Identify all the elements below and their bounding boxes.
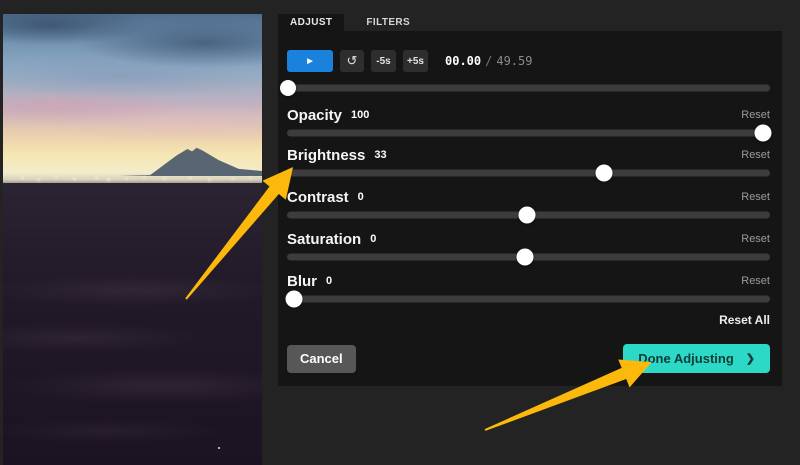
rewind-5s-button[interactable]: -5s <box>371 50 396 72</box>
slider-track[interactable] <box>287 295 770 302</box>
panel-footer: Cancel Done Adjusting ❯ <box>287 344 770 373</box>
tab-adjust[interactable]: ADJUST <box>278 14 344 31</box>
adjust-row-blur: Blur 0 Reset <box>287 273 770 315</box>
seek-slider[interactable] <box>287 80 770 96</box>
slider-handle[interactable] <box>595 164 612 181</box>
opacity-slider[interactable] <box>287 124 770 141</box>
chevron-right-icon: ❯ <box>746 352 755 365</box>
slider-label: Saturation <box>287 231 361 248</box>
adjust-row-opacity: Opacity 100 Reset <box>287 107 770 149</box>
video-preview <box>3 14 262 465</box>
slider-label: Brightness <box>287 147 365 164</box>
slider-value: 0 <box>326 275 332 287</box>
cancel-button[interactable]: Cancel <box>287 345 356 373</box>
replay-button[interactable]: ↺ <box>340 50 364 72</box>
adjust-row-brightness: Brightness 33 Reset <box>287 147 770 189</box>
slider-handle[interactable] <box>519 206 536 223</box>
blur-slider[interactable] <box>287 290 770 307</box>
time-total: 49.59 <box>496 54 532 68</box>
slider-label: Contrast <box>287 189 349 206</box>
seek-track[interactable] <box>287 85 770 92</box>
slider-track[interactable] <box>287 129 770 136</box>
saturation-slider[interactable] <box>287 248 770 265</box>
slider-track[interactable] <box>287 169 770 176</box>
time-separator: / <box>485 54 492 68</box>
done-adjusting-button[interactable]: Done Adjusting ❯ <box>623 344 770 373</box>
panel-tabs: ADJUST FILTERS <box>278 14 422 31</box>
slider-value: 100 <box>351 109 369 121</box>
replay-icon: ↺ <box>347 53 358 69</box>
tab-filters[interactable]: FILTERS <box>354 14 422 31</box>
slider-value: 33 <box>374 149 386 161</box>
adjust-panel: ▶ ↺ -5s +5s 00.00 / 49.59 Opacity 100 Rese… <box>278 31 782 386</box>
time-display: 00.00 / 49.59 <box>445 54 532 68</box>
adjust-row-saturation: Saturation 0 Reset <box>287 231 770 273</box>
slider-handle[interactable] <box>286 290 303 307</box>
play-button[interactable]: ▶ <box>287 50 333 72</box>
time-current: 00.00 <box>445 54 481 68</box>
reset-link-brightness[interactable]: Reset <box>741 149 770 161</box>
play-icon: ▶ <box>307 58 312 65</box>
preview-light-dot <box>218 447 220 449</box>
slider-label: Opacity <box>287 107 342 124</box>
slider-value: 0 <box>358 191 364 203</box>
reset-link-contrast[interactable]: Reset <box>741 191 770 203</box>
done-adjusting-label: Done Adjusting <box>638 351 734 366</box>
preview-foreground <box>3 183 262 465</box>
contrast-slider[interactable] <box>287 206 770 223</box>
slider-value: 0 <box>370 233 376 245</box>
adjust-row-contrast: Contrast 0 Reset <box>287 189 770 231</box>
seek-handle[interactable] <box>280 80 296 96</box>
reset-all-link[interactable]: Reset All <box>719 313 770 327</box>
player-controls: ▶ ↺ -5s +5s 00.00 / 49.59 <box>287 50 532 72</box>
preview-city-lights <box>3 175 6 177</box>
slider-handle[interactable] <box>517 248 534 265</box>
slider-label: Blur <box>287 273 317 290</box>
reset-link-blur[interactable]: Reset <box>741 275 770 287</box>
reset-link-saturation[interactable]: Reset <box>741 233 770 245</box>
slider-handle[interactable] <box>754 124 771 141</box>
reset-link-opacity[interactable]: Reset <box>741 109 770 121</box>
brightness-slider[interactable] <box>287 164 770 181</box>
forward-5s-button[interactable]: +5s <box>403 50 428 72</box>
